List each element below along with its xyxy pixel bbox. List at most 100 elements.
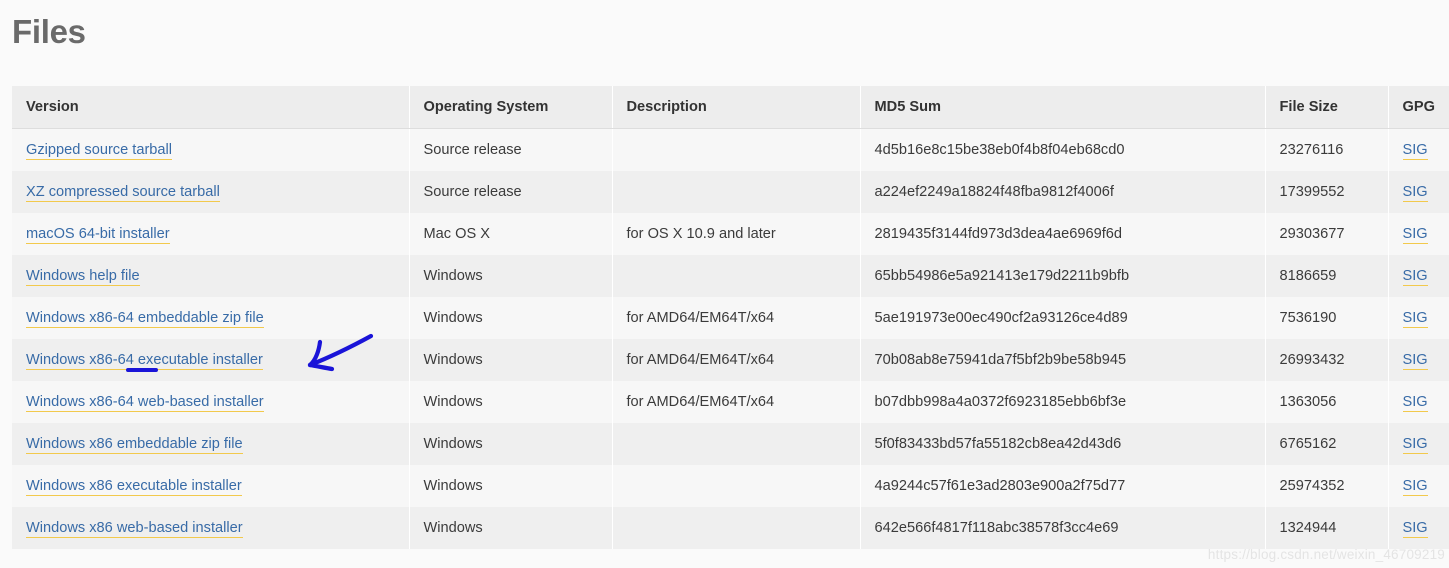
sig-link[interactable]: SIG <box>1402 478 1428 496</box>
cell-operating-system: Windows <box>409 423 613 465</box>
cell-description: for AMD64/EM64T/x64 <box>612 297 861 339</box>
cell-gpg: SIG <box>1388 129 1449 172</box>
cell-gpg: SIG <box>1388 213 1449 255</box>
cell-gpg: SIG <box>1388 339 1449 381</box>
cell-file-size: 6765162 <box>1265 423 1389 465</box>
cell-file-size: 8186659 <box>1265 255 1389 297</box>
cell-md5-sum: 5f0f83433bd57fa55182cb8ea42d43d6 <box>860 423 1266 465</box>
cell-operating-system: Windows <box>409 297 613 339</box>
cell-md5-sum: 4a9244c57f61e3ad2803e900a2f75d77 <box>860 465 1266 507</box>
cell-version: Windows x86-64 web-based installer <box>12 381 410 423</box>
version-link[interactable]: Windows help file <box>26 268 140 286</box>
sig-link[interactable]: SIG <box>1402 142 1428 160</box>
table-row: Windows x86 embeddable zip file Windows … <box>12 423 1449 465</box>
sig-link[interactable]: SIG <box>1402 184 1428 202</box>
version-link[interactable]: Windows x86-64 web-based installer <box>26 394 264 412</box>
table-row: Gzipped source tarball Source release 4d… <box>12 128 1449 172</box>
version-link[interactable]: Windows x86 embeddable zip file <box>26 436 243 454</box>
sig-link[interactable]: SIG <box>1402 520 1428 538</box>
files-table: Version Operating System Description MD5… <box>12 86 1449 549</box>
cell-operating-system: Windows <box>409 507 613 549</box>
cell-description <box>612 465 861 507</box>
cell-file-size: 26993432 <box>1265 339 1389 381</box>
cell-version: Windows x86 embeddable zip file <box>12 423 410 465</box>
column-header-operating-system: Operating System <box>409 86 613 129</box>
cell-md5-sum: 70b08ab8e75941da7f5bf2b9be58b945 <box>860 339 1266 381</box>
cell-gpg: SIG <box>1388 255 1449 297</box>
cell-version: XZ compressed source tarball <box>12 171 410 213</box>
sig-link[interactable]: SIG <box>1402 310 1428 328</box>
table-row: Windows x86-64 web-based installer Windo… <box>12 381 1449 423</box>
cell-gpg: SIG <box>1388 381 1449 423</box>
column-header-gpg: GPG <box>1388 86 1449 129</box>
cell-operating-system: Windows <box>409 465 613 507</box>
cell-gpg: SIG <box>1388 171 1449 213</box>
cell-md5-sum: b07dbb998a4a0372f6923185ebb6bf3e <box>860 381 1266 423</box>
cell-file-size: 7536190 <box>1265 297 1389 339</box>
cell-operating-system: Windows <box>409 381 613 423</box>
cell-md5-sum: 5ae191973e00ec490cf2a93126ce4d89 <box>860 297 1266 339</box>
cell-description <box>612 128 861 171</box>
cell-operating-system: Source release <box>409 128 613 171</box>
page-title: Files <box>12 13 86 50</box>
cell-operating-system: Windows <box>409 339 613 381</box>
sig-link[interactable]: SIG <box>1402 436 1428 454</box>
cell-md5-sum: a224ef2249a18824f48fba9812f4006f <box>860 171 1266 213</box>
cell-gpg: SIG <box>1388 507 1449 549</box>
cell-file-size: 1324944 <box>1265 507 1389 549</box>
cell-md5-sum: 642e566f4817f118abc38578f3cc4e69 <box>860 507 1266 549</box>
table-row: Windows x86-64 embeddable zip file Windo… <box>12 297 1449 339</box>
version-link[interactable]: macOS 64-bit installer <box>26 226 170 244</box>
cell-description <box>612 507 861 549</box>
cell-operating-system: Mac OS X <box>409 213 613 255</box>
cell-operating-system: Source release <box>409 171 613 213</box>
column-header-file-size: File Size <box>1265 86 1389 129</box>
version-link[interactable]: Windows x86 executable installer <box>26 478 242 496</box>
version-link[interactable]: Windows x86-64 executable installer <box>26 352 263 370</box>
sig-link[interactable]: SIG <box>1402 352 1428 370</box>
cell-version: macOS 64-bit installer <box>12 213 410 255</box>
cell-file-size: 17399552 <box>1265 171 1389 213</box>
cell-version: Windows x86-64 executable installer <box>12 339 410 381</box>
column-header-description: Description <box>612 86 861 129</box>
cell-version: Gzipped source tarball <box>12 128 410 171</box>
files-table-container: Version Operating System Description MD5… <box>12 86 1449 549</box>
column-header-md5-sum: MD5 Sum <box>860 86 1266 129</box>
cell-operating-system: Windows <box>409 255 613 297</box>
watermark-text: https://blog.csdn.net/weixin_46709219 <box>1207 547 1445 562</box>
table-row: XZ compressed source tarball Source rele… <box>12 171 1449 213</box>
cell-version: Windows help file <box>12 255 410 297</box>
cell-gpg: SIG <box>1388 297 1449 339</box>
table-row: Windows x86 executable installer Windows… <box>12 465 1449 507</box>
cell-file-size: 1363056 <box>1265 381 1389 423</box>
cell-description: for AMD64/EM64T/x64 <box>612 339 861 381</box>
sig-link[interactable]: SIG <box>1402 268 1428 286</box>
sig-link[interactable]: SIG <box>1402 226 1428 244</box>
table-row-highlighted: Windows x86-64 executable installer Wind… <box>12 339 1449 381</box>
version-link[interactable]: XZ compressed source tarball <box>26 184 220 202</box>
cell-description: for OS X 10.9 and later <box>612 213 861 255</box>
cell-description <box>612 171 861 213</box>
version-link[interactable]: Gzipped source tarball <box>26 142 173 160</box>
table-row: macOS 64-bit installer Mac OS X for OS X… <box>12 213 1449 255</box>
table-row: Windows x86 web-based installer Windows … <box>12 507 1449 549</box>
cell-version: Windows x86-64 embeddable zip file <box>12 297 410 339</box>
cell-version: Windows x86 web-based installer <box>12 507 410 549</box>
cell-file-size: 29303677 <box>1265 213 1389 255</box>
cell-gpg: SIG <box>1388 423 1449 465</box>
table-body: Gzipped source tarball Source release 4d… <box>12 128 1449 549</box>
version-link[interactable]: Windows x86 web-based installer <box>26 520 243 538</box>
table-header-row: Version Operating System Description MD5… <box>12 86 1449 129</box>
cell-description: for AMD64/EM64T/x64 <box>612 381 861 423</box>
cell-md5-sum: 65bb54986e5a921413e179d2211b9bfb <box>860 255 1266 297</box>
column-header-version: Version <box>12 86 410 129</box>
table-row: Windows help file Windows 65bb54986e5a92… <box>12 255 1449 297</box>
cell-md5-sum: 4d5b16e8c15be38eb0f4b8f04eb68cd0 <box>860 128 1266 171</box>
sig-link[interactable]: SIG <box>1402 394 1428 412</box>
cell-version: Windows x86 executable installer <box>12 465 410 507</box>
cell-description <box>612 255 861 297</box>
cell-file-size: 25974352 <box>1265 465 1389 507</box>
cell-file-size: 23276116 <box>1265 128 1389 171</box>
table-header: Version Operating System Description MD5… <box>12 86 1449 129</box>
version-link[interactable]: Windows x86-64 embeddable zip file <box>26 310 264 328</box>
